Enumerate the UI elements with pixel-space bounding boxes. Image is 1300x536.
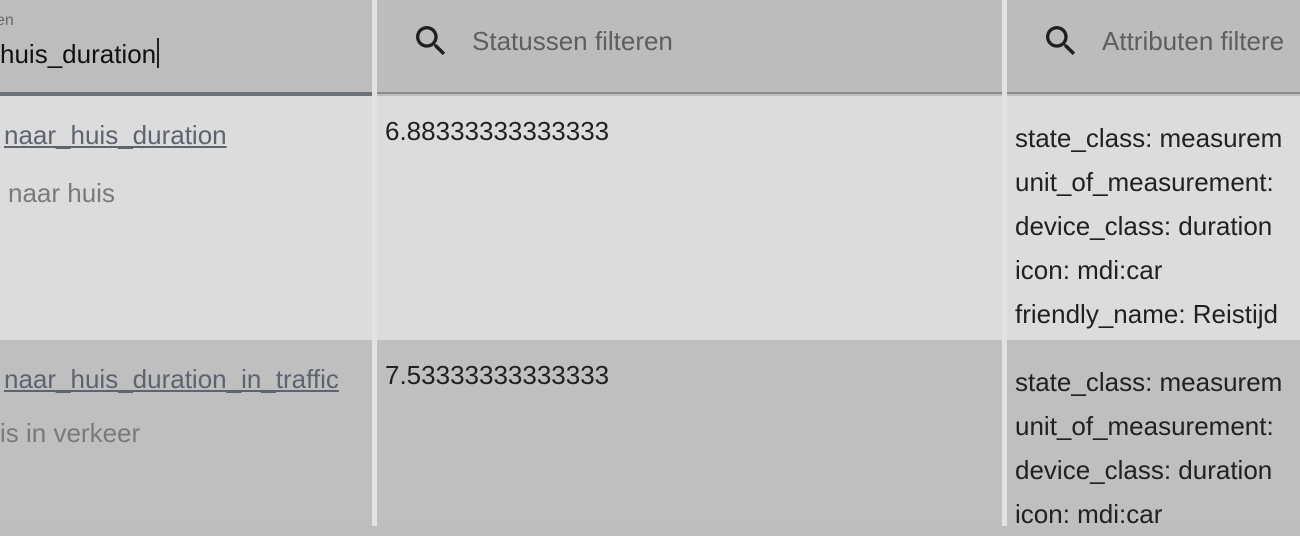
entity-filter-input[interactable]: huis_duration (0, 38, 160, 70)
search-icon (411, 21, 451, 61)
table-row: 6.88333333333333 (377, 96, 1002, 340)
state-value: 6.88333333333333 (385, 116, 610, 146)
entity-filter-field[interactable]: en huis_duration (0, 0, 372, 96)
attributes-filter-underline (1007, 92, 1300, 94)
attribute-item: icon: mdi:car (1015, 255, 1163, 285)
entity-filter-label: en (0, 12, 14, 29)
attributes-column: Attributen filtere state_class: measurem… (1007, 0, 1300, 529)
attribute-list: state_class: measurem unit_of_measuremen… (1015, 116, 1282, 336)
entity-friendly-name: naar huis (8, 178, 115, 208)
entity-friendly-name: is in verkeer (0, 418, 141, 448)
state-filter-input[interactable]: Statussen filteren (472, 26, 673, 57)
text-caret (157, 38, 160, 68)
state-filter-underline (377, 92, 1002, 94)
attribute-item: unit_of_measurement: (1015, 411, 1274, 441)
attributes-filter-field[interactable]: Attributen filtere (1007, 0, 1300, 94)
attributes-filter-input[interactable]: Attributen filtere (1102, 26, 1284, 57)
state-filter-field[interactable]: Statussen filteren (377, 0, 1002, 94)
state-column: Statussen filteren 6.88333333333333 7.53… (377, 0, 1002, 526)
entity-id-link[interactable]: naar_huis_duration (4, 120, 227, 151)
attribute-item: device_class: duration (1015, 455, 1273, 485)
table-row: state_class: measurem unit_of_measuremen… (1007, 96, 1300, 340)
table-row: naar_huis_duration_in_traffic is in verk… (0, 340, 372, 526)
search-icon (1041, 21, 1081, 61)
attribute-item: icon: mdi:car (1015, 499, 1163, 529)
attribute-item: unit_of_measurement: (1015, 167, 1274, 197)
attribute-item: state_class: measurem (1015, 123, 1283, 153)
table-row: 7.53333333333333 (377, 340, 1002, 526)
entity-filter-value: huis_duration (0, 39, 157, 69)
attribute-list: state_class: measurem unit_of_measuremen… (1015, 360, 1282, 536)
entity-id-link[interactable]: naar_huis_duration_in_traffic (4, 364, 339, 395)
attribute-item: device_class: duration (1015, 211, 1273, 241)
table-row: state_class: measurem unit_of_measuremen… (1007, 340, 1300, 529)
table-row: naar_huis_duration naar huis (0, 96, 372, 340)
state-value: 7.53333333333333 (385, 360, 610, 390)
attribute-item: state_class: measurem (1015, 367, 1283, 397)
entity-column: en huis_duration naar_huis_duration naar… (0, 0, 372, 526)
attribute-item: friendly_name: Reistijd (1015, 299, 1279, 329)
